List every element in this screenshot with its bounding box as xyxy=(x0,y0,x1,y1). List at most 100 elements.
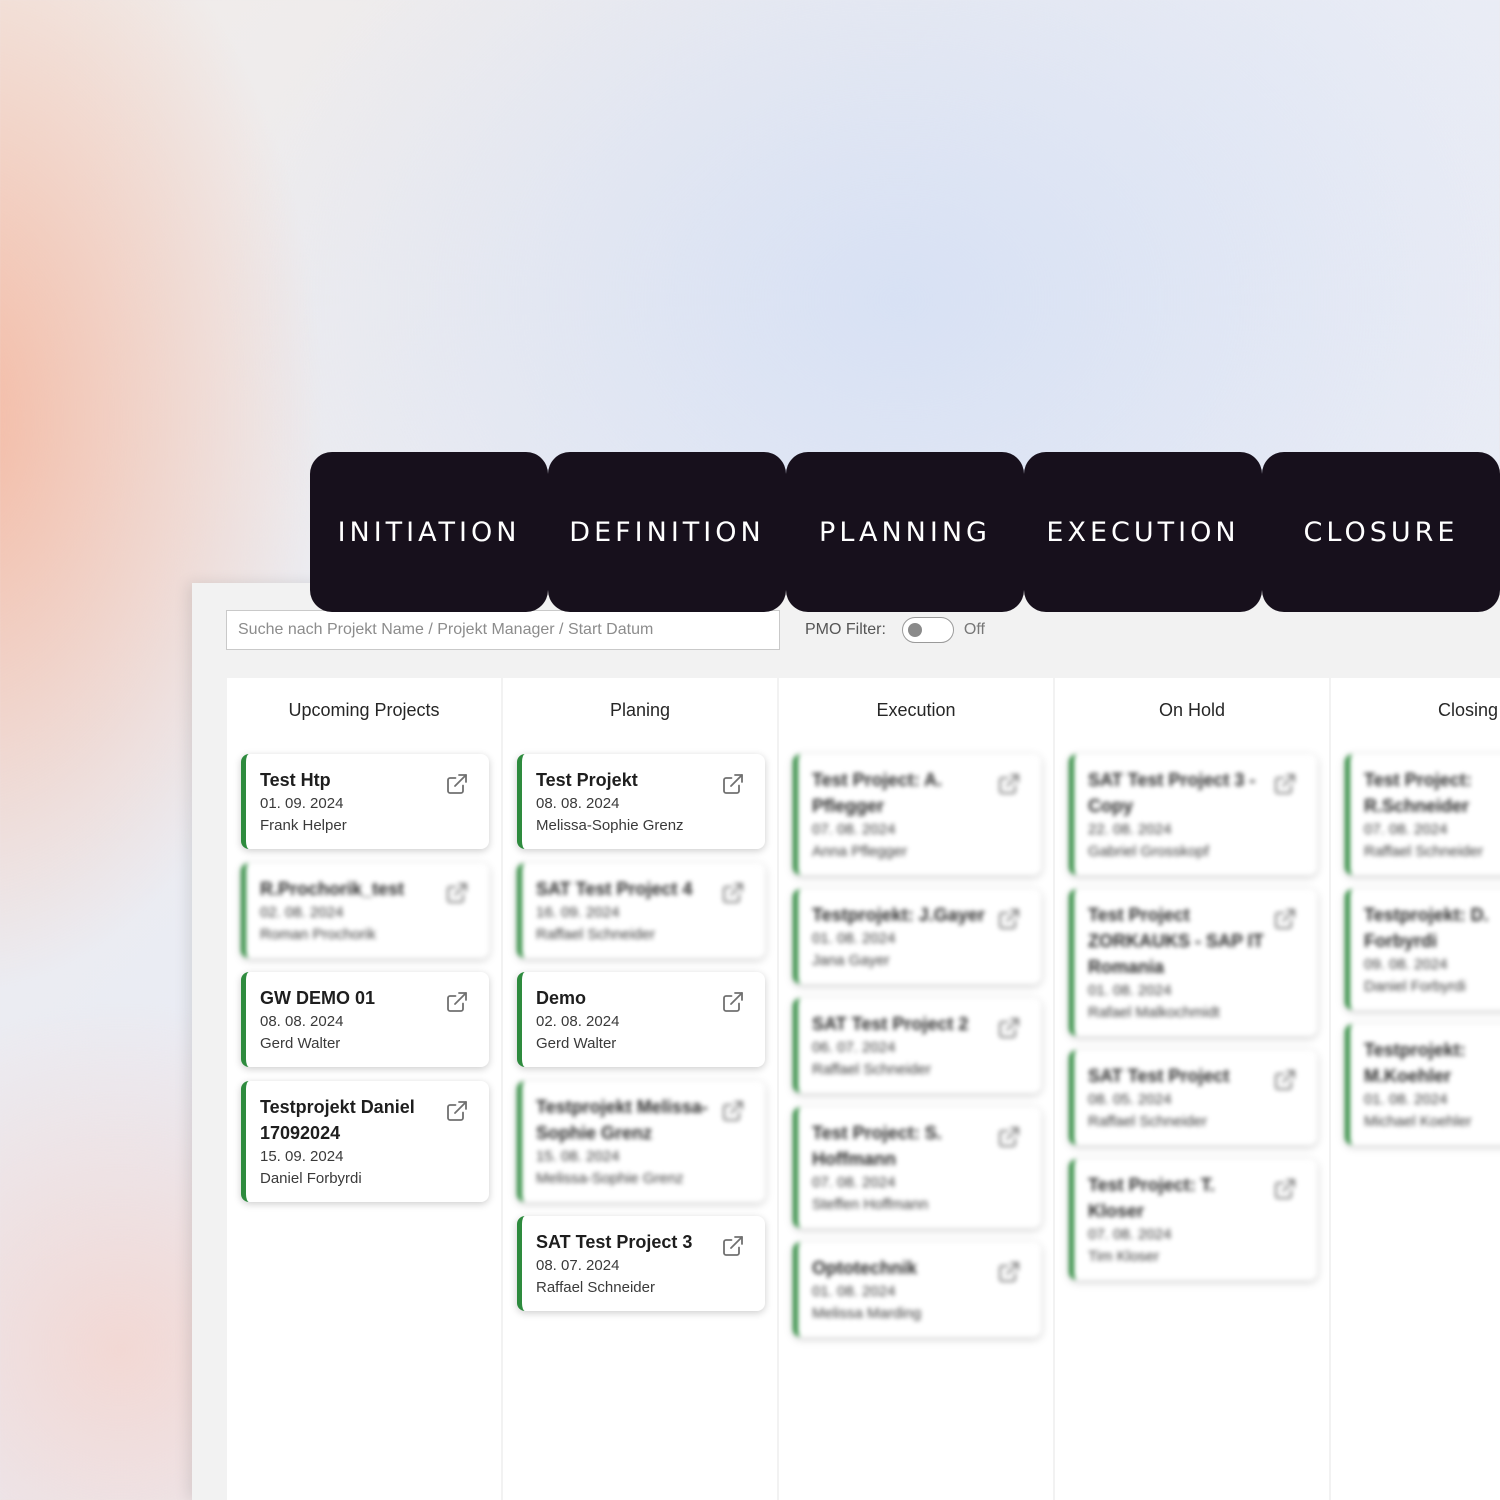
project-start-date: 09. 08. 2024 xyxy=(1364,956,1448,973)
phase-tab-definition[interactable]: DEFINITION xyxy=(548,452,786,612)
project-card[interactable]: SAT Test Project 3 08. 07. 2024 Raffael Sc… xyxy=(517,1216,765,1311)
project-title: Test Project ZORKAUKS - SAP IT Romania xyxy=(1088,905,1264,977)
project-card[interactable]: Optotechnik 01. 08. 2024 Melissa Marding xyxy=(793,1242,1041,1337)
project-card[interactable]: Testprojekt Melissa-Sophie Grenz 15. 08. … xyxy=(517,1081,765,1202)
kanban-board: Upcoming Projects Test Htp 01. 09. 2024 Fra… xyxy=(227,678,1500,1500)
project-start-date: 01. 08. 2024 xyxy=(812,930,896,947)
project-card[interactable]: Test Project: S. Hoffmann 07. 08. 2024 Ste… xyxy=(793,1107,1041,1228)
external-link-icon[interactable] xyxy=(721,881,745,905)
project-manager: Raffael Schneider xyxy=(536,1279,655,1296)
search-input[interactable] xyxy=(226,610,780,650)
project-start-date: 08. 08. 2024 xyxy=(260,1013,344,1030)
phase-tab-execution[interactable]: EXECUTION xyxy=(1024,452,1262,612)
project-card[interactable]: SAT Test Project 4 16. 09. 2024 Raffael Sc… xyxy=(517,863,765,958)
project-manager: Gerd Walter xyxy=(260,1035,341,1052)
column-title: Planing xyxy=(609,699,671,720)
project-manager: Rafael Malkochmidt xyxy=(1088,1004,1220,1021)
card-list: Test Project: R.Schneider 07. 08. 2024 Raf… xyxy=(1331,742,1500,1145)
external-link-icon[interactable] xyxy=(445,772,469,796)
project-title: Optotechnik xyxy=(812,1258,918,1278)
phase-tab-planning[interactable]: PLANNING xyxy=(786,452,1024,612)
pmo-filter-toggle[interactable] xyxy=(901,617,954,643)
project-manager: Raffael Schneider xyxy=(1364,843,1483,860)
external-link-icon[interactable] xyxy=(445,881,469,905)
external-link-icon[interactable] xyxy=(721,772,745,796)
project-title: Testprojekt: J.Gayer xyxy=(812,905,985,925)
project-start-date: 07. 08. 2024 xyxy=(812,821,896,838)
external-link-icon[interactable] xyxy=(1273,1177,1297,1201)
external-link-icon[interactable] xyxy=(997,1260,1021,1284)
project-card[interactable]: Testprojekt: D. Forbyrdi 09. 08. 2024 Dani… xyxy=(1345,889,1500,1010)
phase-bar: INITIATION DEFINITION PLANNING EXECUTION… xyxy=(310,452,1500,612)
project-start-date: 01. 08. 2024 xyxy=(1088,982,1172,999)
board-column-on-hold: On Hold SAT Test Project 3 - Copy 22. 08. … xyxy=(1055,678,1329,1500)
project-title: Test Project: A. Pflegger xyxy=(812,770,943,816)
project-start-date: 07. 08. 2024 xyxy=(1088,1226,1172,1243)
external-link-icon[interactable] xyxy=(721,1099,745,1123)
project-card[interactable]: Test Project: R.Schneider 07. 08. 2024 Raf… xyxy=(1345,754,1500,875)
project-card[interactable]: GW DEMO 01 08. 08. 2024 Gerd Walter xyxy=(241,972,489,1067)
card-list: SAT Test Project 3 - Copy 22. 08. 2024 Gab… xyxy=(1055,742,1329,1280)
project-start-date: 02. 08. 2024 xyxy=(536,1013,620,1030)
board-column-upcoming-projects: Upcoming Projects Test Htp 01. 09. 2024 Fra… xyxy=(227,678,501,1500)
project-title: Test Projekt xyxy=(536,770,638,790)
external-link-icon[interactable] xyxy=(997,772,1021,796)
project-start-date: 06. 07. 2024 xyxy=(812,1039,896,1056)
toolbar: PMO Filter: Off xyxy=(226,610,985,650)
project-title: Test Project: S. Hoffmann xyxy=(812,1123,942,1169)
project-start-date: 22. 08. 2024 xyxy=(1088,821,1172,838)
external-link-icon[interactable] xyxy=(721,990,745,1014)
project-card[interactable]: Demo 02. 08. 2024 Gerd Walter xyxy=(517,972,765,1067)
column-title: Execution xyxy=(876,699,956,720)
project-manager: Raffael Schneider xyxy=(812,1061,931,1078)
project-title: GW DEMO 01 xyxy=(260,988,376,1008)
external-link-icon[interactable] xyxy=(445,990,469,1014)
project-manager: Daniel Forbyrdi xyxy=(260,1170,362,1187)
board-column-planing: Planing Test Projekt 08. 08. 2024 Melissa-S… xyxy=(503,678,777,1500)
project-card[interactable]: Testprojekt: J.Gayer 01. 08. 2024 Jana Gay… xyxy=(793,889,1041,984)
project-manager: Frank Helper xyxy=(260,817,347,834)
column-title: Closing xyxy=(1437,699,1499,720)
project-manager: Gerd Walter xyxy=(536,1035,617,1052)
project-card[interactable]: Test Project: A. Pflegger 07. 08. 2024 Ann… xyxy=(793,754,1041,875)
external-link-icon[interactable] xyxy=(721,1234,745,1258)
project-card[interactable]: Test Htp 01. 09. 2024 Frank Helper xyxy=(241,754,489,849)
project-manager: Jana Gayer xyxy=(812,952,890,969)
external-link-icon[interactable] xyxy=(1273,1068,1297,1092)
project-manager: Melissa-Sophie Grenz xyxy=(536,1170,684,1187)
pmo-filter-state: Off xyxy=(963,621,985,638)
project-card[interactable]: Testprojekt Daniel 17092024 15. 09. 2024 D… xyxy=(241,1081,489,1202)
project-start-date: 02. 08. 2024 xyxy=(260,904,344,921)
external-link-icon[interactable] xyxy=(1273,907,1297,931)
external-link-icon[interactable] xyxy=(997,1016,1021,1040)
project-card[interactable]: Test Project ZORKAUKS - SAP IT Romania 01… xyxy=(1069,889,1317,1036)
toggle-knob xyxy=(907,623,922,637)
project-start-date: 15. 09. 2024 xyxy=(260,1148,344,1165)
external-link-icon[interactable] xyxy=(1273,772,1297,796)
project-title: Testprojekt Melissa-Sophie Grenz xyxy=(536,1097,708,1143)
project-card[interactable]: Testprojekt: M.Koehler 01. 08. 2024 Michae… xyxy=(1345,1024,1500,1145)
project-manager: Michael Koehler xyxy=(1364,1113,1472,1130)
external-link-icon[interactable] xyxy=(997,907,1021,931)
board-column-closing: Closing Test Project: R.Schneider 07. 08. … xyxy=(1331,678,1500,1500)
project-card[interactable]: SAT Test Project 2 06. 07. 2024 Raffael Sc… xyxy=(793,998,1041,1093)
project-card[interactable]: Test Project: T. Kloser 07. 08. 2024 Tim K… xyxy=(1069,1159,1317,1280)
project-card[interactable]: Test Projekt 08. 08. 2024 Melissa-Sophie G… xyxy=(517,754,765,849)
project-start-date: 01. 09. 2024 xyxy=(260,795,344,812)
column-title: Upcoming Projects xyxy=(288,699,440,720)
phase-tab-closure[interactable]: CLOSURE xyxy=(1262,452,1500,612)
board-column-execution: Execution Test Project: A. Pflegger 07. 08… xyxy=(779,678,1053,1500)
phase-tab-initiation[interactable]: INITIATION xyxy=(310,452,548,612)
project-card[interactable]: SAT Test Project 08. 05. 2024 Raffael Schn… xyxy=(1069,1050,1317,1145)
project-manager: Raffael Schneider xyxy=(536,926,655,943)
project-card[interactable]: R.Prochorik_test 02. 08. 2024 Roman Procho… xyxy=(241,863,489,958)
project-title: SAT Test Project 4 xyxy=(536,879,693,899)
external-link-icon[interactable] xyxy=(445,1099,469,1123)
external-link-icon[interactable] xyxy=(997,1125,1021,1149)
project-title: R.Prochorik_test xyxy=(260,879,405,899)
project-manager: Raffael Schneider xyxy=(1088,1113,1207,1130)
project-title: SAT Test Project xyxy=(1088,1066,1230,1086)
project-card[interactable]: SAT Test Project 3 - Copy 22. 08. 2024 Gab… xyxy=(1069,754,1317,875)
project-title: Demo xyxy=(536,988,587,1008)
project-title: Testprojekt: D. Forbyrdi xyxy=(1364,905,1489,951)
